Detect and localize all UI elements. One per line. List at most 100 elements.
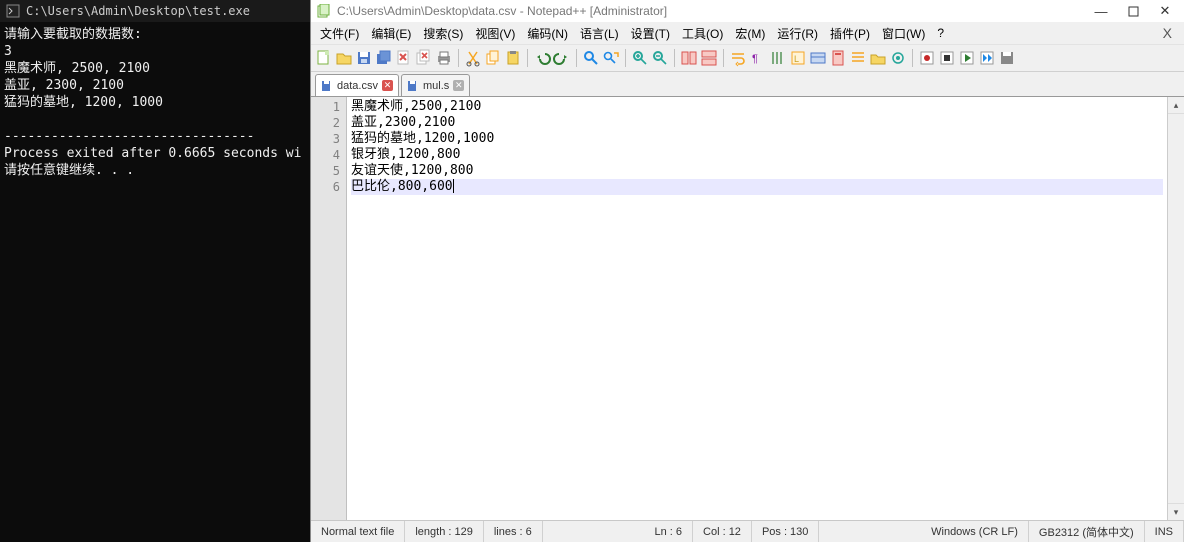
status-mode[interactable]: INS <box>1145 521 1184 542</box>
menu-language[interactable]: 语言(L) <box>575 23 624 44</box>
text-caret <box>453 179 454 193</box>
notepadpp-window: C:\Users\Admin\Desktop\data.csv - Notepa… <box>310 0 1184 542</box>
maximize-button[interactable] <box>1126 4 1140 18</box>
file-icon <box>321 80 333 92</box>
code-line: 黑魔术师,2500,2100 <box>351 99 1163 115</box>
save-macro-icon[interactable] <box>998 49 1016 67</box>
line-number: 3 <box>311 131 340 147</box>
status-bar: Normal text file length : 129 lines : 6 … <box>311 520 1184 542</box>
console-line: 请按任意键继续. . . <box>4 163 134 178</box>
status-ln: Ln : 6 <box>644 521 693 542</box>
line-number: 1 <box>311 99 340 115</box>
wordwrap-icon[interactable] <box>729 49 747 67</box>
code-area[interactable]: 黑魔术师,2500,2100 盖亚,2300,2100 猛犸的墓地,1200,1… <box>347 97 1167 520</box>
play-multi-icon[interactable] <box>978 49 996 67</box>
tab-close-icon[interactable]: ✕ <box>453 80 464 91</box>
scroll-track[interactable] <box>1168 114 1184 503</box>
tab-bar: data.csv ✕ mul.s ✕ <box>311 72 1184 96</box>
stop-macro-icon[interactable] <box>938 49 956 67</box>
status-length: length : 129 <box>405 521 484 542</box>
menu-settings[interactable]: 设置(T) <box>626 23 675 44</box>
scroll-up-icon[interactable]: ▴ <box>1168 97 1184 114</box>
menu-plugins[interactable]: 插件(P) <box>825 23 875 44</box>
print-icon[interactable] <box>435 49 453 67</box>
status-eol[interactable]: Windows (CR LF) <box>921 521 1029 542</box>
menu-tools[interactable]: 工具(O) <box>677 23 728 44</box>
replace-icon[interactable] <box>602 49 620 67</box>
menu-edit[interactable]: 编辑(E) <box>366 23 416 44</box>
zoom-out-icon[interactable] <box>651 49 669 67</box>
doc-map-icon[interactable] <box>829 49 847 67</box>
save-all-icon[interactable] <box>375 49 393 67</box>
minimize-button[interactable]: — <box>1094 4 1108 18</box>
code-line: 盖亚,2300,2100 <box>351 115 1163 131</box>
tab-data-csv[interactable]: data.csv ✕ <box>315 74 399 96</box>
console-line: 3 <box>4 44 12 59</box>
close-button[interactable]: ✕ <box>1158 4 1172 18</box>
toolbar-separator <box>723 49 724 67</box>
console-line: -------------------------------- <box>4 129 254 144</box>
monitor-icon[interactable] <box>889 49 907 67</box>
zoom-in-icon[interactable] <box>631 49 649 67</box>
cut-icon[interactable] <box>464 49 482 67</box>
undo-icon[interactable] <box>533 49 551 67</box>
console-titlebar[interactable]: C:\Users\Admin\Desktop\test.exe <box>0 0 310 22</box>
status-encoding[interactable]: GB2312 (简体中文) <box>1029 521 1145 542</box>
menu-encoding[interactable]: 编码(N) <box>522 23 573 44</box>
open-file-icon[interactable] <box>335 49 353 67</box>
status-filetype: Normal text file <box>311 521 405 542</box>
menu-window[interactable]: 窗口(W) <box>877 23 930 44</box>
menu-run[interactable]: 运行(R) <box>772 23 823 44</box>
show-all-chars-icon[interactable]: ¶ <box>749 49 767 67</box>
console-window: C:\Users\Admin\Desktop\test.exe 请输入要截取的数… <box>0 0 310 542</box>
notepadpp-icon <box>317 4 331 18</box>
line-number: 5 <box>311 163 340 179</box>
svg-text:L: L <box>794 54 799 64</box>
save-icon[interactable] <box>355 49 373 67</box>
editor-area: 1 2 3 4 5 6 黑魔术师,2500,2100 盖亚,2300,2100 … <box>311 96 1184 520</box>
menu-view[interactable]: 视图(V) <box>470 23 520 44</box>
line-number: 6 <box>311 179 340 195</box>
sync-vertical-icon[interactable] <box>680 49 698 67</box>
file-icon <box>407 80 419 92</box>
scroll-down-icon[interactable]: ▾ <box>1168 503 1184 520</box>
tab-label: mul.s <box>423 80 449 92</box>
indent-guide-icon[interactable] <box>769 49 787 67</box>
console-line: 请输入要截取的数据数: <box>4 27 142 42</box>
code-line: 银牙狼,1200,800 <box>351 147 1163 163</box>
function-list-icon[interactable] <box>849 49 867 67</box>
copy-icon[interactable] <box>484 49 502 67</box>
menu-file[interactable]: 文件(F) <box>315 23 364 44</box>
menu-help[interactable]: ? <box>932 24 949 42</box>
find-icon[interactable] <box>582 49 600 67</box>
console-output[interactable]: 请输入要截取的数据数: 3 黑魔术师, 2500, 2100 盖亚, 2300,… <box>0 22 310 542</box>
menu-search[interactable]: 搜索(S) <box>418 23 468 44</box>
notepadpp-titlebar[interactable]: C:\Users\Admin\Desktop\data.csv - Notepa… <box>311 0 1184 22</box>
console-line: Process exited after 0.6665 seconds wi <box>4 146 301 161</box>
code-line: 巴比伦,800,600 <box>351 179 1163 195</box>
folder-tree-icon[interactable] <box>809 49 827 67</box>
toolbar-separator <box>625 49 626 67</box>
record-macro-icon[interactable] <box>918 49 936 67</box>
menubar-close-button[interactable]: X <box>1155 25 1180 41</box>
close-file-icon[interactable] <box>395 49 413 67</box>
user-lang-icon[interactable]: L <box>789 49 807 67</box>
play-macro-icon[interactable] <box>958 49 976 67</box>
folder-workspace-icon[interactable] <box>869 49 887 67</box>
toolbar-separator <box>674 49 675 67</box>
line-number-gutter: 1 2 3 4 5 6 <box>311 97 347 520</box>
vertical-scrollbar[interactable]: ▴ ▾ <box>1167 97 1184 520</box>
console-line: 盖亚, 2300, 2100 <box>4 78 124 93</box>
redo-icon[interactable] <box>553 49 571 67</box>
svg-text:¶: ¶ <box>752 53 758 65</box>
status-pos: Pos : 130 <box>752 521 819 542</box>
paste-icon[interactable] <box>504 49 522 67</box>
sync-horizontal-icon[interactable] <box>700 49 718 67</box>
menu-macro[interactable]: 宏(M) <box>730 23 770 44</box>
tab-close-icon[interactable]: ✕ <box>382 80 393 91</box>
toolbar-separator <box>458 49 459 67</box>
code-line: 友谊天使,1200,800 <box>351 163 1163 179</box>
new-file-icon[interactable] <box>315 49 333 67</box>
tab-mul-s[interactable]: mul.s ✕ <box>401 74 470 96</box>
close-all-icon[interactable] <box>415 49 433 67</box>
